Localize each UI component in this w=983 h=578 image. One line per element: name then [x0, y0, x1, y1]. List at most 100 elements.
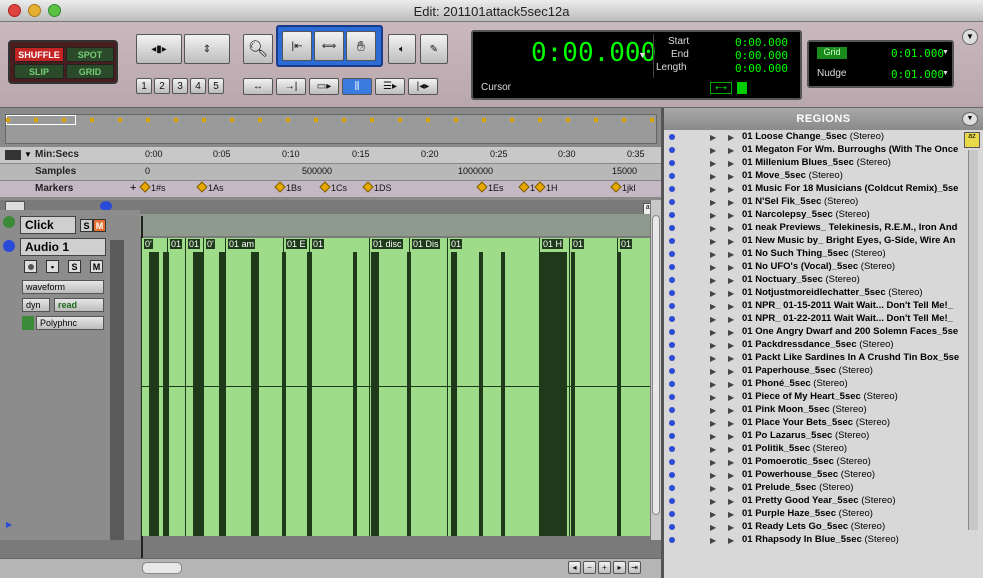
region-item[interactable]: ▶ ▶ 01 One Angry Dwarf and 200 Solemn Face… [664, 326, 964, 339]
fit-selection-button[interactable]: ↔ [243, 78, 273, 95]
insertion-follows-button[interactable]: ☰▸ [375, 78, 405, 95]
region-expand-icon[interactable]: ▶ [710, 536, 716, 545]
grid-dropdown-icon[interactable]: ▼ [942, 49, 949, 56]
shuffle-mode-button[interactable]: SHUFFLE [14, 47, 64, 62]
track-height-5-button[interactable]: 5 [208, 78, 224, 94]
add-marker-icon[interactable]: + [130, 182, 136, 194]
region-expand-icon[interactable]: ▶ [710, 237, 716, 246]
link-timeline-button[interactable]: ▭▸ [309, 78, 339, 95]
audio1-solo-button[interactable]: S [68, 260, 81, 273]
zoom-toggle-icon[interactable]: ⇥ [628, 561, 641, 574]
audio-clip[interactable]: 01 [617, 238, 650, 536]
region-item[interactable]: ▶ ▶ 01 Narcolepsy_5sec (Stereo) [664, 209, 964, 222]
toolbar-menu-icon[interactable]: ▼ [962, 29, 978, 45]
region-expand-icon[interactable]: ▶ [710, 133, 716, 142]
region-expand-icon[interactable]: ▶ [710, 432, 716, 441]
samples-ruler[interactable]: Samples 0 500000 1000000 15000 [0, 164, 661, 181]
region-expand-icon[interactable]: ▶ [728, 510, 734, 519]
click-solo-button[interactable]: S [80, 219, 93, 232]
region-item[interactable]: ▶ ▶ 01 Megaton For Wm. Burroughs (With The… [664, 144, 964, 157]
slip-mode-button[interactable]: SLIP [14, 64, 64, 79]
region-item[interactable]: ▶ ▶ 01 Millenium Blues_5sec (Stereo) [664, 157, 964, 170]
region-expand-icon[interactable]: ▶ [710, 211, 716, 220]
region-expand-icon[interactable]: ▶ [710, 159, 716, 168]
region-expand-icon[interactable]: ▶ [710, 471, 716, 480]
region-item[interactable]: ▶ ▶ 01 neak Previews_ Telekinesis, R.E.M.,… [664, 222, 964, 235]
region-item[interactable]: ▶ ▶ 01 NPR_ 01-22-2011 Wait Wait... Don't … [664, 313, 964, 326]
region-expand-icon[interactable]: ▶ [710, 341, 716, 350]
region-expand-icon[interactable]: ▶ [728, 172, 734, 181]
region-item[interactable]: ▶ ▶ 01 N'Sel Fik_5sec (Stereo) [664, 196, 964, 209]
region-expand-icon[interactable]: ▶ [728, 263, 734, 272]
region-expand-icon[interactable]: ▶ [710, 393, 716, 402]
audio-clip[interactable]: 01 [569, 238, 617, 536]
view-selector[interactable]: waveform [22, 280, 104, 294]
insert-enable-icon[interactable] [22, 316, 34, 330]
marker[interactable]: 1As [196, 181, 224, 193]
track-height-1-button[interactable]: 1 [136, 78, 152, 94]
region-item[interactable]: ▶ ▶ 01 Noctuary_5sec (Stereo) [664, 274, 964, 287]
regions-sort-az-icon[interactable]: az [964, 132, 980, 148]
selector-tool-button[interactable]: ⟺ [314, 31, 344, 61]
region-expand-icon[interactable]: ▶ [728, 406, 734, 415]
region-item[interactable]: ▶ ▶ 01 Pretty Good Year_5sec (Stereo) [664, 495, 964, 508]
input-monitor-button[interactable]: ▪ [46, 260, 59, 273]
audio-clip[interactable]: 0' [141, 238, 165, 536]
trim-tool-button[interactable]: |⇤ [282, 31, 312, 61]
universe-overview[interactable] [5, 114, 657, 144]
region-expand-icon[interactable]: ▶ [710, 510, 716, 519]
marker[interactable]: 1Cs [319, 181, 347, 193]
scroll-left-icon[interactable]: ◂ [568, 561, 581, 574]
minsecs-ruler[interactable]: ▼ Min:Secs 0:00 0:05 0:10 0:15 0:20 0:25… [0, 147, 661, 164]
counter-dropdown-icon[interactable]: ▼ [638, 50, 647, 60]
click-track-name[interactable]: Click [20, 216, 76, 234]
region-expand-icon[interactable]: ▶ [728, 289, 734, 298]
region-expand-icon[interactable]: ▶ [710, 263, 716, 272]
region-expand-icon[interactable]: ▶ [710, 406, 716, 415]
marker[interactable]: 1jkl [610, 181, 636, 193]
region-expand-icon[interactable]: ▶ [710, 250, 716, 259]
region-expand-icon[interactable]: ▶ [710, 419, 716, 428]
region-expand-icon[interactable]: ▶ [728, 341, 734, 350]
start-value[interactable]: 0:00.000 [735, 36, 788, 49]
region-expand-icon[interactable]: ▶ [710, 523, 716, 532]
region-expand-icon[interactable]: ▶ [728, 302, 734, 311]
marker[interactable]: 1Es [476, 181, 504, 193]
region-item[interactable]: ▶ ▶ 01 Prelude_5sec (Stereo) [664, 482, 964, 495]
audio1-mute-button[interactable]: M [90, 260, 103, 273]
length-value[interactable]: 0:00.000 [735, 62, 788, 75]
region-expand-icon[interactable]: ▶ [710, 198, 716, 207]
audio1-expand-icon[interactable] [3, 240, 15, 252]
audio-clip[interactable]: 01 [309, 238, 369, 536]
audio1-playlist[interactable]: 0' 01 01 0' 01 am 01 E 01 01 disc 01 Dis… [141, 238, 650, 536]
grid-label[interactable]: Grid [817, 47, 847, 59]
mirror-midi-button[interactable]: |◂▸ [408, 78, 438, 95]
region-expand-icon[interactable]: ▶ [728, 458, 734, 467]
region-item[interactable]: ▶ ▶ 01 Rhapsody In Blue_5sec (Stereo) [664, 534, 964, 547]
region-expand-icon[interactable]: ▶ [710, 484, 716, 493]
region-expand-icon[interactable]: ▶ [728, 393, 734, 402]
region-expand-icon[interactable]: ▶ [710, 302, 716, 311]
audio1-track-name[interactable]: Audio 1 [20, 238, 106, 256]
region-item[interactable]: ▶ ▶ 01 Politik_5sec (Stereo) [664, 443, 964, 456]
audio-clip[interactable]: 01 disc [369, 238, 409, 536]
audio-clip[interactable]: 01 [185, 238, 203, 536]
region-expand-icon[interactable]: ▶ [728, 523, 734, 532]
region-expand-icon[interactable]: ▶ [710, 289, 716, 298]
zoom-out-icon[interactable]: − [583, 561, 596, 574]
tab-to-transient-button[interactable]: →| [276, 78, 306, 95]
track-height-3-button[interactable]: 3 [172, 78, 188, 94]
pencil-tool-button[interactable]: ✎ [420, 34, 448, 64]
region-expand-icon[interactable]: ▶ [710, 276, 716, 285]
region-expand-icon[interactable]: ▶ [728, 536, 734, 545]
audio-clip[interactable]: 01 Dis [409, 238, 447, 536]
track-height-2-button[interactable]: 2 [154, 78, 170, 94]
horizontal-scroll-thumb[interactable] [142, 562, 182, 574]
region-expand-icon[interactable]: ▶ [728, 185, 734, 194]
region-expand-icon[interactable]: ▶ [728, 276, 734, 285]
region-expand-icon[interactable]: ▶ [728, 133, 734, 142]
dyn-button[interactable]: dyn [22, 298, 50, 312]
region-item[interactable]: ▶ ▶ 01 Music For 18 Musicians (Coldcut Rem… [664, 183, 964, 196]
scrubber-tool-button[interactable]: 🔈︎ [388, 34, 416, 64]
scroll-right-icon[interactable]: ▸ [613, 561, 626, 574]
